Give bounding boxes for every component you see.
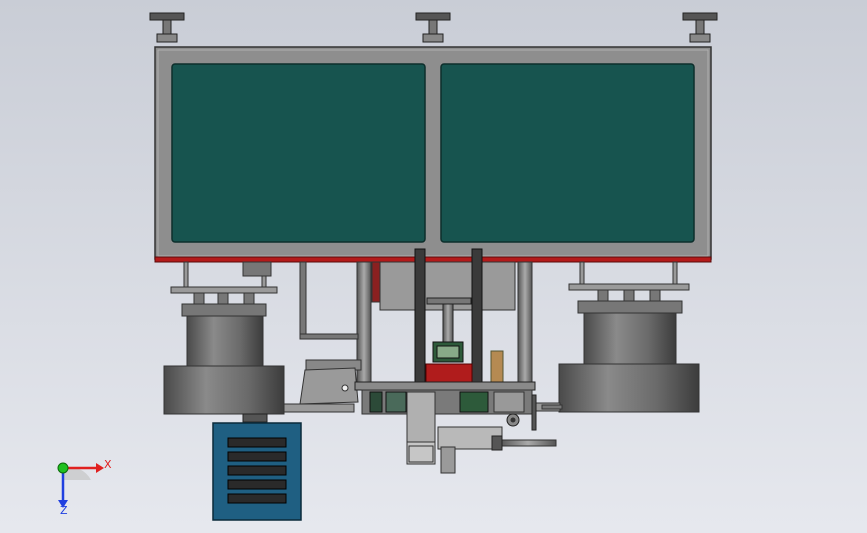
central-guide-assembly (356, 248, 533, 385)
z-axis-label: Z (60, 504, 68, 517)
leveling-foot-center (415, 12, 451, 43)
leveling-foot-left (149, 12, 185, 43)
right-cylinder-assembly (533, 261, 700, 413)
center-work-table (354, 381, 563, 474)
cad-viewport[interactable]: X Z (0, 0, 867, 533)
left-arm (299, 261, 362, 405)
axis-triad: X Z (57, 458, 112, 517)
electrical-cabinet (212, 422, 302, 521)
y-axis-dot (57, 462, 69, 474)
top-leveling-feet (149, 12, 718, 43)
x-axis-label: X (104, 458, 112, 471)
panel-right (440, 63, 695, 243)
red-base-strip (154, 256, 712, 263)
panel-left (171, 63, 426, 243)
leveling-foot-right (682, 12, 718, 43)
main-frame (154, 46, 712, 263)
